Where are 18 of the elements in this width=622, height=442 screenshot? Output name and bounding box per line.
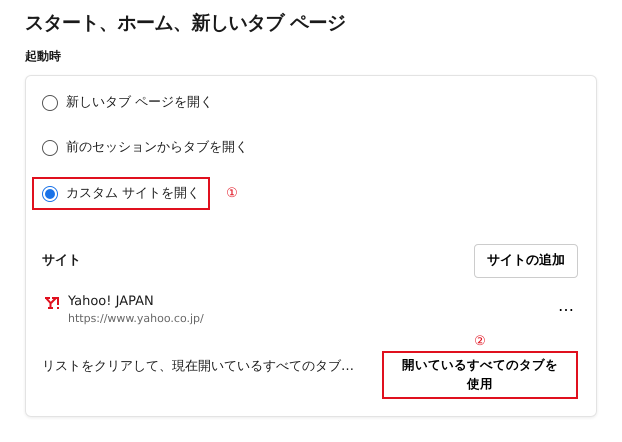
site-logo-icon <box>44 296 60 309</box>
site-url: https://www.yahoo.co.jp/ <box>68 311 204 328</box>
annotation-number: ① <box>226 184 238 203</box>
radio-label: 新しいタブ ページを開く <box>66 94 214 112</box>
radio-button[interactable] <box>42 140 58 156</box>
use-open-tabs-button[interactable]: 開いているすべてのタブを使用 <box>382 351 578 399</box>
annotation-number: ② <box>474 332 486 351</box>
section-heading: サイト <box>42 252 81 270</box>
add-site-button[interactable]: サイトの追加 <box>474 244 578 278</box>
radio-button[interactable] <box>42 94 58 111</box>
radio-label: カスタム サイトを開く <box>66 184 200 203</box>
radio-button[interactable] <box>42 186 58 202</box>
radio-label: 前のセッションからタブを開く <box>66 139 248 158</box>
description-text: リストをクリアして、現在開いているすべてのタブ… <box>42 358 354 376</box>
more-button[interactable]: … <box>558 294 574 318</box>
page-title: スタート、ホーム、新しいタブ ページ <box>25 12 347 35</box>
section-label: 起動時 <box>25 48 62 65</box>
site-name: Yahoo! JAPAN <box>68 292 155 311</box>
